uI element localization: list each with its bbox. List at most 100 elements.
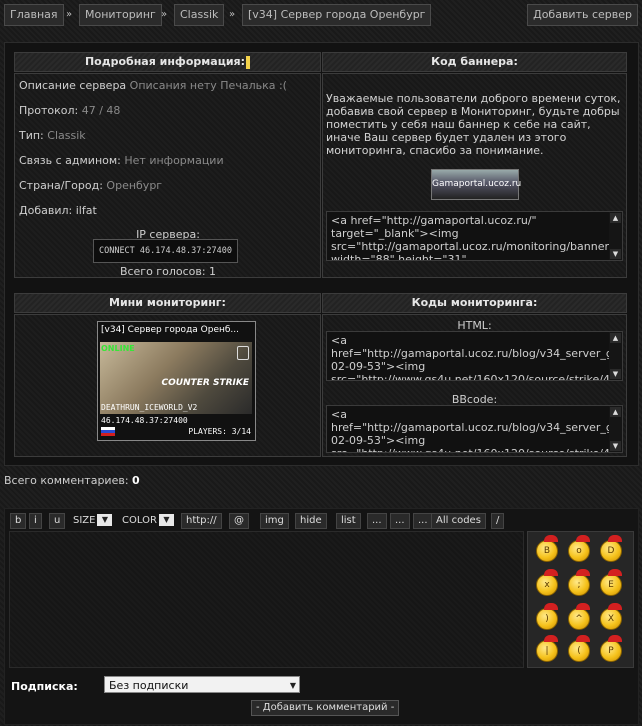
bbcode-textarea[interactable]: <a href="http://gamaportal.ucoz.ru/blog/… xyxy=(326,405,623,453)
info-value: Нет информации xyxy=(124,154,224,167)
comment-editor: b i u SIZE ▼ COLOR ▼ http:// @ img hide li… xyxy=(4,508,639,725)
scrollbar[interactable]: ▲ ▼ xyxy=(609,212,622,260)
codes-header: Коды мониторинга: xyxy=(322,293,627,313)
details-header: Подробная информация: xyxy=(14,52,321,72)
smiley-wink-icon[interactable]: ; xyxy=(568,569,590,596)
banner-code-textarea[interactable]: <a href="http://gamaportal.ucoz.ru/" tar… xyxy=(326,211,623,261)
breadcrumb-separator: » xyxy=(161,9,168,20)
ip-connect-box[interactable]: CONNECT 46.174.48.37:27400 xyxy=(93,239,238,263)
subscribe-select[interactable]: Без подписки ▼ xyxy=(104,676,300,693)
smiley-neutral-icon[interactable]: | xyxy=(536,635,558,662)
smiley-sad-icon[interactable]: ( xyxy=(568,635,590,662)
banner-cell: Уважаемые пользователи доброго времени с… xyxy=(322,73,627,278)
list-button[interactable]: list xyxy=(336,513,361,529)
scroll-down-icon[interactable]: ▼ xyxy=(610,369,621,379)
size-label: SIZE xyxy=(73,515,96,526)
info-added-by: Добавил: ilfat xyxy=(19,204,97,217)
comments-total: Всего комментариев: 0 xyxy=(4,474,140,487)
info-label: Описание сервера xyxy=(19,79,127,92)
info-value: 47 / 48 xyxy=(81,104,121,117)
info-location: Страна/Город: Оренбург xyxy=(19,179,162,192)
breadcrumb-current[interactable]: [v34] Сервер города Оренбург xyxy=(242,4,432,26)
chevron-down-icon: ▼ xyxy=(97,514,113,526)
mini-title: [v34] Сервер города Оренб... xyxy=(101,325,240,335)
server-panel: Подробная информация: Код баннера: Описа… xyxy=(4,42,639,466)
more-button-3[interactable]: ... xyxy=(413,513,433,529)
img-button[interactable]: img xyxy=(260,513,289,529)
smiley-grin-icon[interactable]: E xyxy=(600,569,622,596)
info-value[interactable]: ilfat xyxy=(76,204,97,217)
bold-button[interactable]: b xyxy=(10,513,27,529)
color-label: COLOR xyxy=(122,515,157,526)
info-contact: Связь с админом: Нет информации xyxy=(19,154,224,167)
url-button[interactable]: http:// xyxy=(181,513,222,529)
scroll-up-icon[interactable]: ▲ xyxy=(610,333,621,343)
smiley-cool-icon[interactable]: B xyxy=(536,535,558,562)
html-code-textarea[interactable]: <a href="http://gamaportal.ucoz.ru/blog/… xyxy=(326,331,623,381)
breadcrumb-home[interactable]: Главная xyxy=(4,4,64,26)
smiley-surprised-icon[interactable]: o xyxy=(568,535,590,562)
smiley-laugh-icon[interactable]: D xyxy=(600,535,622,562)
add-comment-button[interactable]: - Добавить комментарий - xyxy=(251,700,400,716)
more-button-2[interactable]: ... xyxy=(390,513,410,529)
info-type: Тип: Classik xyxy=(19,129,86,142)
cursor-marker xyxy=(246,55,251,69)
smiley-tongue-icon[interactable]: P xyxy=(600,635,622,662)
underline-button[interactable]: u xyxy=(49,513,66,529)
info-value: Classik xyxy=(47,129,86,142)
close-tags-button[interactable]: / xyxy=(491,513,505,529)
breadcrumb-monitoring[interactable]: Мониторинг xyxy=(79,4,162,26)
all-codes-button[interactable]: All codes xyxy=(431,513,486,529)
scroll-up-icon[interactable]: ▲ xyxy=(610,407,621,417)
comment-textarea[interactable] xyxy=(9,531,524,668)
comments-label: Всего комментариев: xyxy=(4,474,129,487)
scroll-up-icon[interactable]: ▲ xyxy=(610,213,621,223)
add-server-button[interactable]: Добавить сервер xyxy=(527,4,638,26)
hide-button[interactable]: hide xyxy=(295,513,327,529)
mini-cell: [v34] Сервер города Оренб... ONLINE COUN… xyxy=(14,314,321,457)
banner-header: Код баннера: xyxy=(322,52,627,72)
info-label: Страна/Город: xyxy=(19,179,103,192)
info-description: Описание сервера Описания нету Печалька … xyxy=(19,79,287,92)
smiles-panel: B o D x ; E ) ^ X | ( P xyxy=(527,531,634,668)
lock-icon xyxy=(237,346,249,360)
subscribe-label: Подписка: xyxy=(11,680,78,693)
smiley-smile-icon[interactable]: ) xyxy=(536,603,558,630)
russia-flag-icon xyxy=(101,427,115,436)
players-count: PLAYERS: 3/14 xyxy=(188,427,251,436)
info-label: Связь с админом: xyxy=(19,154,121,167)
scroll-down-icon[interactable]: ▼ xyxy=(610,249,621,259)
more-button-1[interactable]: ... xyxy=(367,513,387,529)
email-button[interactable]: @ xyxy=(229,513,249,529)
chevron-down-icon: ▼ xyxy=(158,514,174,526)
codes-cell: HTML: <a href="http://gamaportal.ucoz.ru… xyxy=(322,314,627,457)
smiley-happy-icon[interactable]: ^ xyxy=(568,603,590,630)
online-status: ONLINE xyxy=(101,344,135,353)
mini-ip: 46.174.48.37:27400 xyxy=(101,416,188,425)
scrollbar[interactable]: ▲ ▼ xyxy=(609,332,622,380)
size-select[interactable]: SIZE ▼ xyxy=(68,513,113,529)
comments-count: 0 xyxy=(132,474,140,487)
chevron-down-icon: ▼ xyxy=(289,681,296,690)
breadcrumb-classik[interactable]: Classik xyxy=(174,4,225,26)
info-value: Оренбург xyxy=(106,179,163,192)
details-cell: Описание сервера Описания нету Печалька … xyxy=(14,73,321,278)
banner-notice: Уважаемые пользователи доброго времени с… xyxy=(326,92,621,157)
smiley-dizzy-icon[interactable]: x xyxy=(536,569,558,596)
banner-image[interactable]: Gamaportal.ucoz.ru xyxy=(431,169,521,200)
scrollbar[interactable]: ▲ ▼ xyxy=(609,406,622,452)
game-logo: COUNTER STRIKE xyxy=(161,378,249,388)
bbcode-text: <a href="http://gamaportal.ucoz.ru/blog/… xyxy=(331,408,623,452)
mini-monitor-widget[interactable]: [v34] Сервер города Оренб... ONLINE COUN… xyxy=(97,321,256,441)
details-header-text: Подробная информация: xyxy=(84,55,246,68)
banner-code-text: <a href="http://gamaportal.ucoz.ru/" tar… xyxy=(331,214,623,261)
smiley-angry-icon[interactable]: X xyxy=(600,603,622,630)
breadcrumb-separator: » xyxy=(66,9,73,20)
map-name: DEATHRUN_ICEWORLD_V2 xyxy=(101,403,198,412)
italic-button[interactable]: i xyxy=(29,513,42,529)
scroll-down-icon[interactable]: ▼ xyxy=(610,441,621,451)
info-label: Добавил: xyxy=(19,204,73,217)
info-value: Описания нету Печалька :( xyxy=(129,79,287,92)
info-protocol: Протокол: 47 / 48 xyxy=(19,104,120,117)
color-select[interactable]: COLOR ▼ xyxy=(117,513,175,529)
